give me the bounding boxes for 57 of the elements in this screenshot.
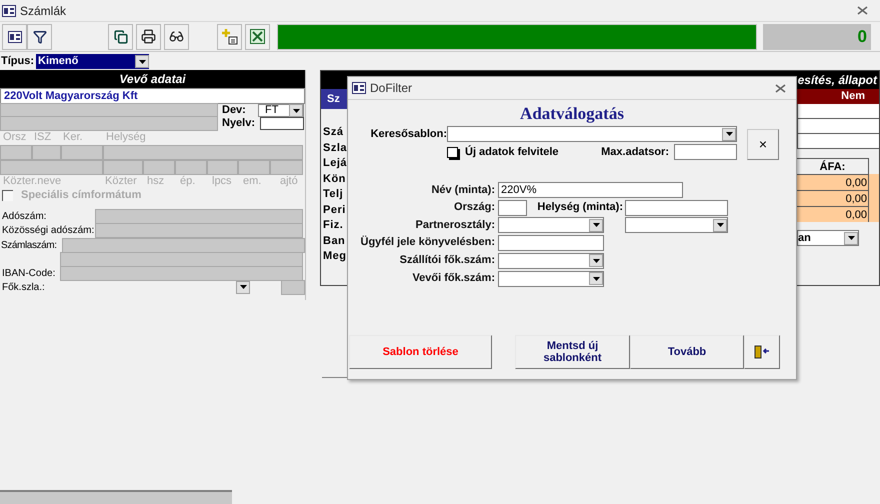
field-label: Lejá: [323, 156, 348, 170]
type-label: Típus:: [0, 54, 35, 70]
address-label: Ker.: [63, 130, 84, 146]
currency-label: Dev:: [221, 103, 247, 118]
table-cell: 0,00: [797, 206, 869, 222]
field-label: Kön: [323, 172, 346, 186]
window-title: Számlák: [20, 2, 66, 20]
address-label: ép.: [179, 174, 196, 190]
field-label: Meg: [323, 249, 346, 264]
field-label: Fők.szla.:: [1, 280, 46, 294]
field-label: Szállítói fők.szám:: [398, 253, 496, 268]
field-label: Helység (minta):: [536, 200, 624, 216]
address-label: Közter.neve: [2, 174, 62, 190]
field-label: Közösségi adószám:: [1, 224, 95, 238]
panel-header: Vevő adatai: [0, 70, 305, 88]
dialog-button[interactable]: Sablon törlése: [349, 335, 492, 369]
dialog-button[interactable]: Mentsd új sablonként: [515, 335, 630, 369]
section-header: Sz: [321, 89, 349, 109]
customer-name-field[interactable]: 220Volt Magyarország Kft: [0, 88, 305, 104]
field-label: Ügyfél jele könyvelésben:: [360, 234, 496, 250]
field-label: Peri: [323, 202, 346, 217]
field-label: Név (minta):: [430, 182, 496, 198]
field-label: Szá: [323, 125, 344, 140]
language-label: Nyelv:: [221, 116, 256, 132]
field-label: Partnerosztály:: [414, 218, 496, 233]
field-label: Adószám:: [1, 210, 48, 224]
field-label: Max.adatsor:: [600, 144, 670, 160]
address-label: ajtó: [279, 174, 298, 190]
checkbox-label: Speciális címformátum: [21, 188, 142, 203]
address-label: ISZ: [34, 130, 52, 146]
field-label: Telj: [323, 187, 344, 202]
table-cell: 0,00: [797, 174, 869, 190]
counter-display: 0: [763, 24, 871, 50]
field-label: Számlaszám:: [0, 239, 58, 253]
field-label: Keresősablon:: [370, 126, 447, 142]
address-label: hsz: [146, 174, 166, 190]
field-label: Szla: [323, 140, 348, 155]
input-field[interactable]: 220V%: [498, 182, 683, 198]
field-label: Vevői fők.szám:: [411, 271, 496, 286]
address-label: Orsz: [2, 130, 28, 146]
status-header: Nem: [797, 89, 879, 104]
currency-dropdown[interactable]: FT: [258, 104, 304, 117]
checkbox-label: Új adatok felvitele: [465, 144, 560, 160]
field-label: Fiz.: [323, 218, 344, 232]
field-label: Ban: [323, 234, 346, 248]
close-button[interactable]: ×: [747, 129, 779, 160]
table-cell: 0,00: [797, 190, 869, 206]
field-label: IBAN-Code:: [1, 266, 56, 280]
address-label: Közter: [105, 174, 138, 190]
type-dropdown[interactable]: Kimenő: [36, 54, 149, 69]
address-label: lpcs: [211, 174, 233, 190]
dropdown-field[interactable]: an: [797, 230, 859, 246]
dialog-button[interactable]: Tovább: [630, 335, 744, 369]
address-label: Helység: [105, 130, 146, 146]
field-label: Ország:: [453, 200, 496, 216]
dialog-heading: Adatválogatás: [519, 103, 625, 125]
address-label: em.: [242, 174, 262, 190]
